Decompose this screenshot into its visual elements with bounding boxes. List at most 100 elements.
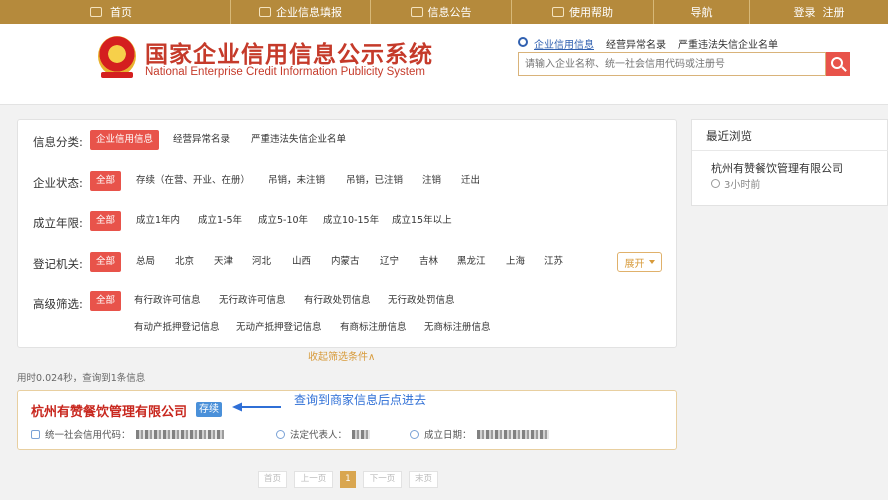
info-icon xyxy=(410,429,419,439)
site-title-en: National Enterprise Credit Information P… xyxy=(145,66,425,78)
tab-illegal-list[interactable]: 严重违法失信企业名单 xyxy=(678,36,778,51)
nav-home[interactable]: 首页 xyxy=(0,0,231,24)
filter-age-1-5y[interactable]: 成立1-5年 xyxy=(198,211,242,231)
founded-date-field: 成立日期： xyxy=(410,427,549,441)
annotation-text: 查询到商家信息后点进去 xyxy=(294,393,427,407)
search-button[interactable] xyxy=(826,52,850,76)
filter-authority-heilongjiang[interactable]: 黑龙江 xyxy=(457,252,486,272)
filter-age-10-15y[interactable]: 成立10-15年 xyxy=(323,211,379,231)
nav-notice-label: 信息公告 xyxy=(427,6,472,19)
filter-status-cancelled[interactable]: 注销 xyxy=(422,171,441,191)
recent-item-time: 3小时前 xyxy=(711,176,760,191)
tab-abnormal-list[interactable]: 经营异常名录 xyxy=(606,36,666,51)
nav-fill-label: 企业信息填报 xyxy=(276,6,342,19)
filter-has-mortgage[interactable]: 有动产抵押登记信息 xyxy=(134,318,220,338)
filter-status-moved-out[interactable]: 迁出 xyxy=(461,171,480,191)
page-last[interactable]: 末页 xyxy=(409,471,438,488)
filter-authority-all[interactable]: 全部 xyxy=(90,252,122,272)
filter-category-abnormal[interactable]: 经营异常名录 xyxy=(173,130,230,150)
filter-authority-jilin[interactable]: 吉林 xyxy=(419,252,438,272)
filter-has-penalty[interactable]: 有行政处罚信息 xyxy=(304,291,371,311)
chevron-down-icon xyxy=(648,260,655,264)
filter-authority-liaoning[interactable]: 辽宁 xyxy=(380,252,399,272)
recent-browse-panel: 最近浏览 杭州有赞餐饮管理有限公司 3小时前 xyxy=(691,119,888,206)
filter-no-license[interactable]: 无行政许可信息 xyxy=(219,291,286,311)
collapse-filters-link[interactable]: 收起筛选条件∧ xyxy=(308,348,375,363)
filter-authority-hebei[interactable]: 河北 xyxy=(252,252,271,272)
filter-has-license[interactable]: 有行政许可信息 xyxy=(134,291,201,311)
filter-authority-state[interactable]: 总局 xyxy=(136,252,155,272)
pencil-icon xyxy=(259,7,271,17)
nav-help-label: 使用帮助 xyxy=(569,6,613,19)
filter-authority-jiangsu[interactable]: 江苏 xyxy=(544,252,563,272)
filter-age-1y[interactable]: 成立1年内 xyxy=(136,211,180,231)
top-nav: 首页 企业信息填报 信息公告 使用帮助 导航 登录 注册 xyxy=(0,0,888,24)
search-tabs: 企业信用信息 经营异常名录 严重违法失信企业名单 xyxy=(518,36,790,51)
search-icon xyxy=(518,37,528,47)
founded-label: 成立日期： xyxy=(424,430,472,441)
search-stats: 用时0.024秒，查询到1条信息 xyxy=(17,373,146,384)
nav-info-fill[interactable]: 企业信息填报 xyxy=(231,0,371,24)
nav-guide[interactable]: 导航 xyxy=(654,0,750,24)
legal-rep-label: 法定代表人： xyxy=(290,430,348,441)
filter-category-illegal[interactable]: 严重违法失信企业名单 xyxy=(251,130,346,150)
filter-status-active[interactable]: 存续（在营、开业、在册） xyxy=(136,171,250,191)
filter-category-credit[interactable]: 企业信用信息 xyxy=(90,130,160,150)
pagination: 首页 上一页 1 下一页 末页 xyxy=(258,471,445,488)
filter-has-trademark[interactable]: 有商标注册信息 xyxy=(340,318,407,338)
filter-label-category: 信息分类: xyxy=(33,135,83,149)
recent-time-label: 3小时前 xyxy=(724,180,761,191)
register-link[interactable]: 注册 xyxy=(823,4,845,20)
filter-label-advanced: 高级筛选: xyxy=(33,297,83,311)
redacted-founded-date xyxy=(476,429,549,439)
speaker-icon xyxy=(552,7,564,17)
filter-status-revoked-cancelled[interactable]: 吊销，已注销 xyxy=(346,171,403,191)
filter-age-15y-plus[interactable]: 成立15年以上 xyxy=(392,211,452,231)
page-prev[interactable]: 上一页 xyxy=(294,471,333,488)
login-link[interactable]: 登录 xyxy=(794,4,816,20)
person-icon xyxy=(276,429,285,439)
recent-title: 最近浏览 xyxy=(706,129,752,143)
search-input[interactable] xyxy=(518,52,826,76)
filter-age-all[interactable]: 全部 xyxy=(90,211,122,231)
expand-label: 展开 xyxy=(624,258,645,270)
filter-no-trademark[interactable]: 无商标注册信息 xyxy=(424,318,491,338)
nav-notice[interactable]: 信息公告 xyxy=(371,0,512,24)
magnifier-icon xyxy=(831,57,843,69)
recent-item-name[interactable]: 杭州有赞餐饮管理有限公司 xyxy=(711,160,843,176)
annotation-arrow-icon xyxy=(232,402,281,412)
page-current[interactable]: 1 xyxy=(340,471,356,488)
nav-help[interactable]: 使用帮助 xyxy=(512,0,654,24)
legal-rep-field: 法定代表人： xyxy=(276,427,371,441)
result-company-name[interactable]: 杭州有赞餐饮管理有限公司 xyxy=(31,401,187,420)
national-emblem-icon xyxy=(98,36,136,76)
expand-button[interactable]: 展开 xyxy=(617,252,662,272)
filter-status-all[interactable]: 全部 xyxy=(90,171,122,191)
filter-authority-inner-mongolia[interactable]: 内蒙古 xyxy=(331,252,360,272)
nav-auth: 登录 注册 xyxy=(750,0,888,24)
filter-label-status: 企业状态: xyxy=(33,176,83,190)
filter-authority-tianjin[interactable]: 天津 xyxy=(214,252,233,272)
clock-icon xyxy=(711,179,720,188)
filter-label-age: 成立年限: xyxy=(33,216,83,230)
filter-no-penalty[interactable]: 无行政处罚信息 xyxy=(388,291,455,311)
filter-age-5-10y[interactable]: 成立5-10年 xyxy=(258,211,308,231)
credit-code-label: 统一社会信用代码： xyxy=(45,430,131,441)
filter-panel: 信息分类: 企业信用信息 经营异常名录 严重违法失信企业名单 企业状态: 全部 … xyxy=(17,119,677,348)
page-first[interactable]: 首页 xyxy=(258,471,287,488)
filter-label-authority: 登记机关: xyxy=(33,257,83,271)
filter-advanced-all[interactable]: 全部 xyxy=(90,291,122,311)
site-header: 国家企业信用信息公示系统 National Enterprise Credit … xyxy=(0,24,888,105)
nav-home-label: 首页 xyxy=(110,6,132,19)
redacted-credit-code xyxy=(135,429,224,439)
filter-authority-beijing[interactable]: 北京 xyxy=(175,252,194,272)
filter-status-revoked-not-cancelled[interactable]: 吊销，未注销 xyxy=(268,171,325,191)
site-title-cn: 国家企业信用信息公示系统 xyxy=(145,42,433,68)
filter-no-mortgage[interactable]: 无动产抵押登记信息 xyxy=(236,318,322,338)
tab-credit-info[interactable]: 企业信用信息 xyxy=(534,36,594,51)
filter-authority-shanxi[interactable]: 山西 xyxy=(292,252,311,272)
divider xyxy=(692,150,888,151)
filter-authority-shanghai[interactable]: 上海 xyxy=(506,252,525,272)
page-next[interactable]: 下一页 xyxy=(363,471,402,488)
status-badge: 存续 xyxy=(196,402,222,417)
